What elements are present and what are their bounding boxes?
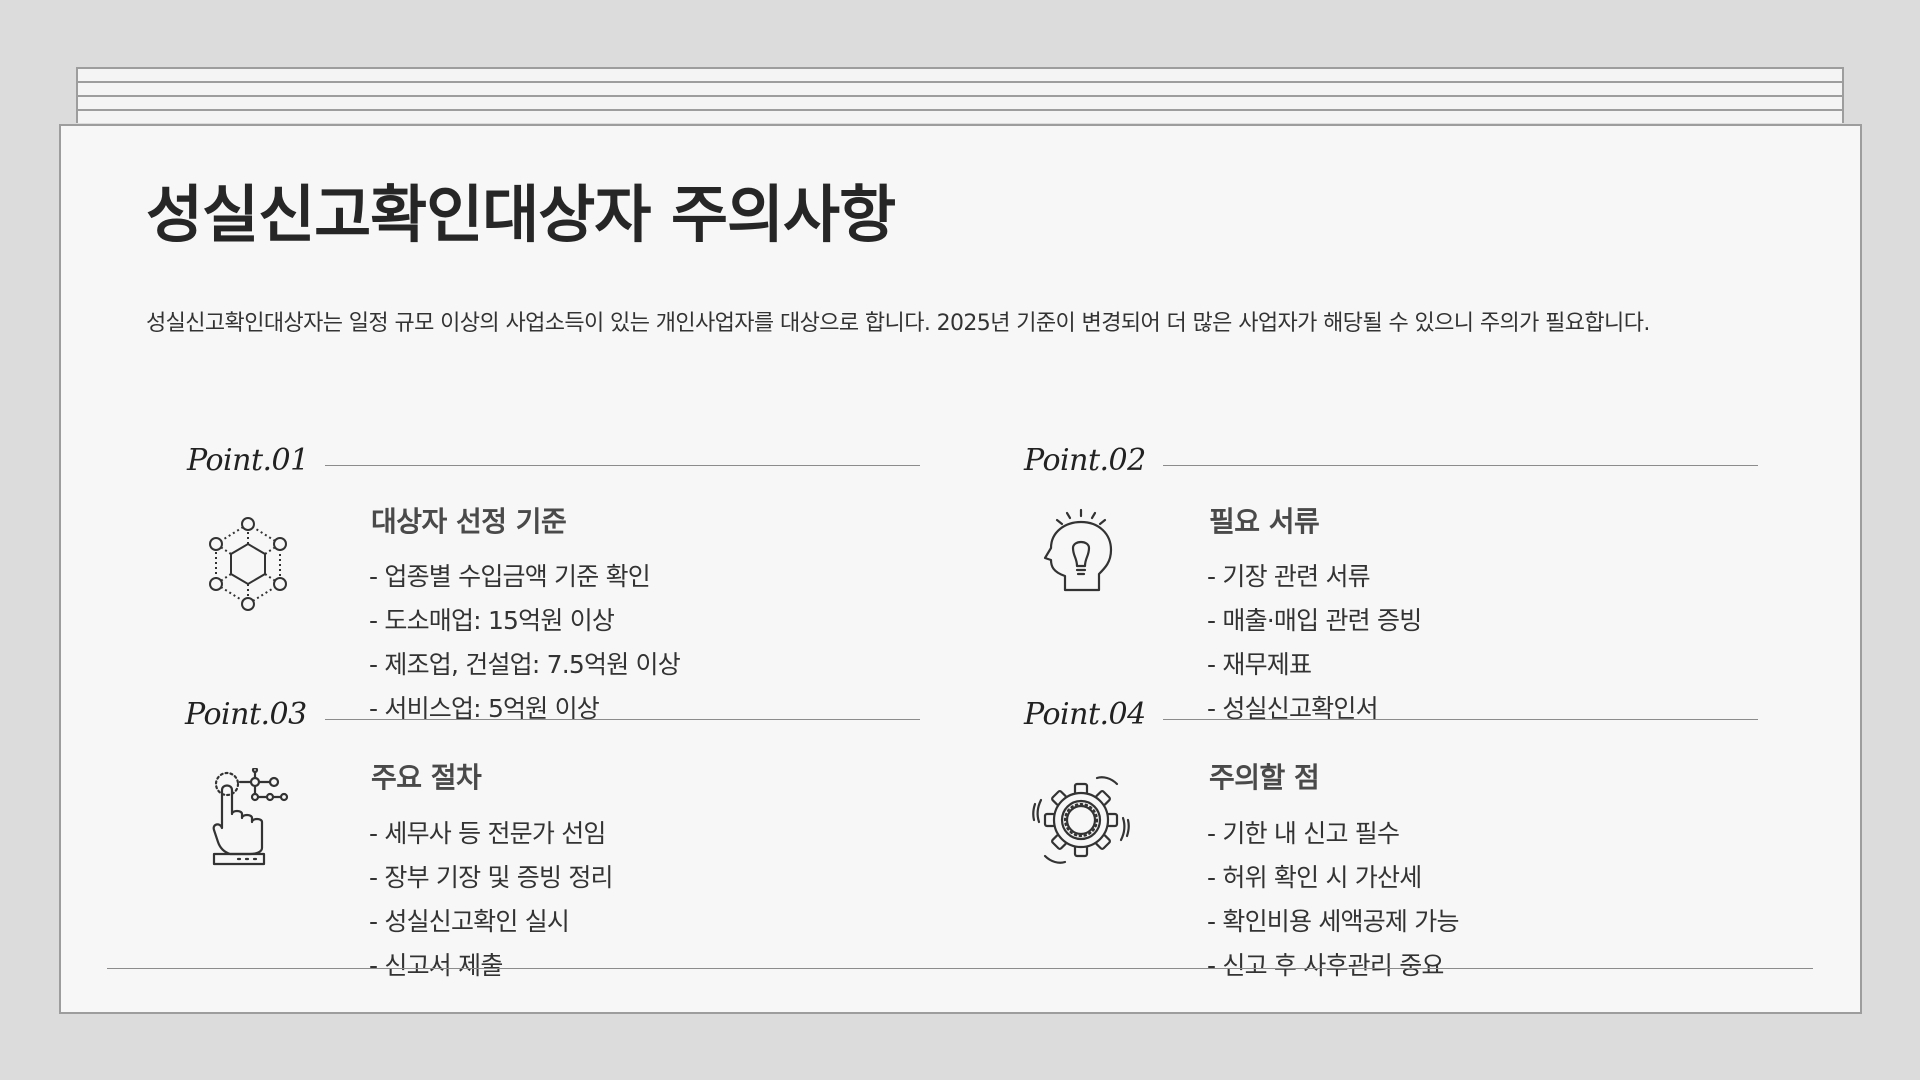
point-label-02: Point.02 xyxy=(1024,443,1146,478)
list-item: - 제조업, 건설업: 7.5억원 이상 xyxy=(369,650,681,679)
section-list-01: - 업종별 수입금액 기준 확인 - 도소매업: 15억원 이상 - 제조업, … xyxy=(369,555,681,731)
list-item: - 장부 기장 및 증빙 정리 xyxy=(369,863,614,892)
paper-stack-line xyxy=(76,95,1844,109)
section-heading-04: 주의할 점 xyxy=(1209,761,1320,794)
section-heading-01: 대상자 선정 기준 xyxy=(371,505,567,538)
paper-stack-line xyxy=(76,67,1844,81)
list-item: - 허위 확인 시 가산세 xyxy=(1207,863,1422,892)
hand-tap-icon xyxy=(212,768,289,866)
section-list-03: - 세무사 등 전문가 선임 - 장부 기장 및 증빙 정리 - 성실신고확인 … xyxy=(369,812,614,988)
list-item: - 기한 내 신고 필수 xyxy=(1207,819,1400,848)
document-sheet xyxy=(59,124,1862,1014)
page-title: 성실신고확인대상자 주의사항 xyxy=(146,178,896,251)
list-item: - 세무사 등 전문가 선임 xyxy=(369,819,606,848)
hexagon-network-icon xyxy=(209,517,287,611)
point-label-04: Point.04 xyxy=(1024,697,1146,732)
bottom-divider xyxy=(107,968,1813,969)
gear-icon xyxy=(1032,776,1130,864)
point-rule-01 xyxy=(325,465,920,466)
page-description: 성실신고확인대상자는 일정 규모 이상의 사업소득이 있는 개인사업자를 대상으… xyxy=(146,311,1650,336)
list-item: - 서비스업: 5억원 이상 xyxy=(369,694,600,723)
list-item: - 신고서 제출 xyxy=(369,951,503,980)
point-rule-02 xyxy=(1163,465,1758,466)
list-item: - 성실신고확인서 xyxy=(1207,694,1379,723)
list-item: - 성실신고확인 실시 xyxy=(369,907,570,936)
head-lightbulb-icon xyxy=(1043,508,1113,592)
section-heading-02: 필요 서류 xyxy=(1209,505,1320,538)
list-item: - 도소매업: 15억원 이상 xyxy=(369,606,615,635)
paper-stack-line xyxy=(76,109,1844,123)
list-item: - 매출·매입 관련 증빙 xyxy=(1207,606,1422,635)
section-heading-03: 주요 절차 xyxy=(371,761,482,794)
list-item: - 신고 후 사후관리 중요 xyxy=(1207,951,1444,980)
point-label-01: Point.01 xyxy=(187,443,309,478)
list-item: - 재무제표 xyxy=(1207,650,1312,679)
section-list-02: - 기장 관련 서류 - 매출·매입 관련 증빙 - 재무제표 - 성실신고확인… xyxy=(1207,555,1422,731)
point-rule-04 xyxy=(1163,719,1758,720)
paper-stack-line xyxy=(76,81,1844,95)
section-list-04: - 기한 내 신고 필수 - 허위 확인 시 가산세 - 확인비용 세액공제 가… xyxy=(1207,812,1459,988)
point-rule-03 xyxy=(325,719,920,720)
list-item: - 기장 관련 서류 xyxy=(1207,562,1371,591)
list-item: - 업종별 수입금액 기준 확인 xyxy=(369,562,651,591)
list-item: - 확인비용 세액공제 가능 xyxy=(1207,907,1459,936)
point-label-03: Point.03 xyxy=(185,697,307,732)
